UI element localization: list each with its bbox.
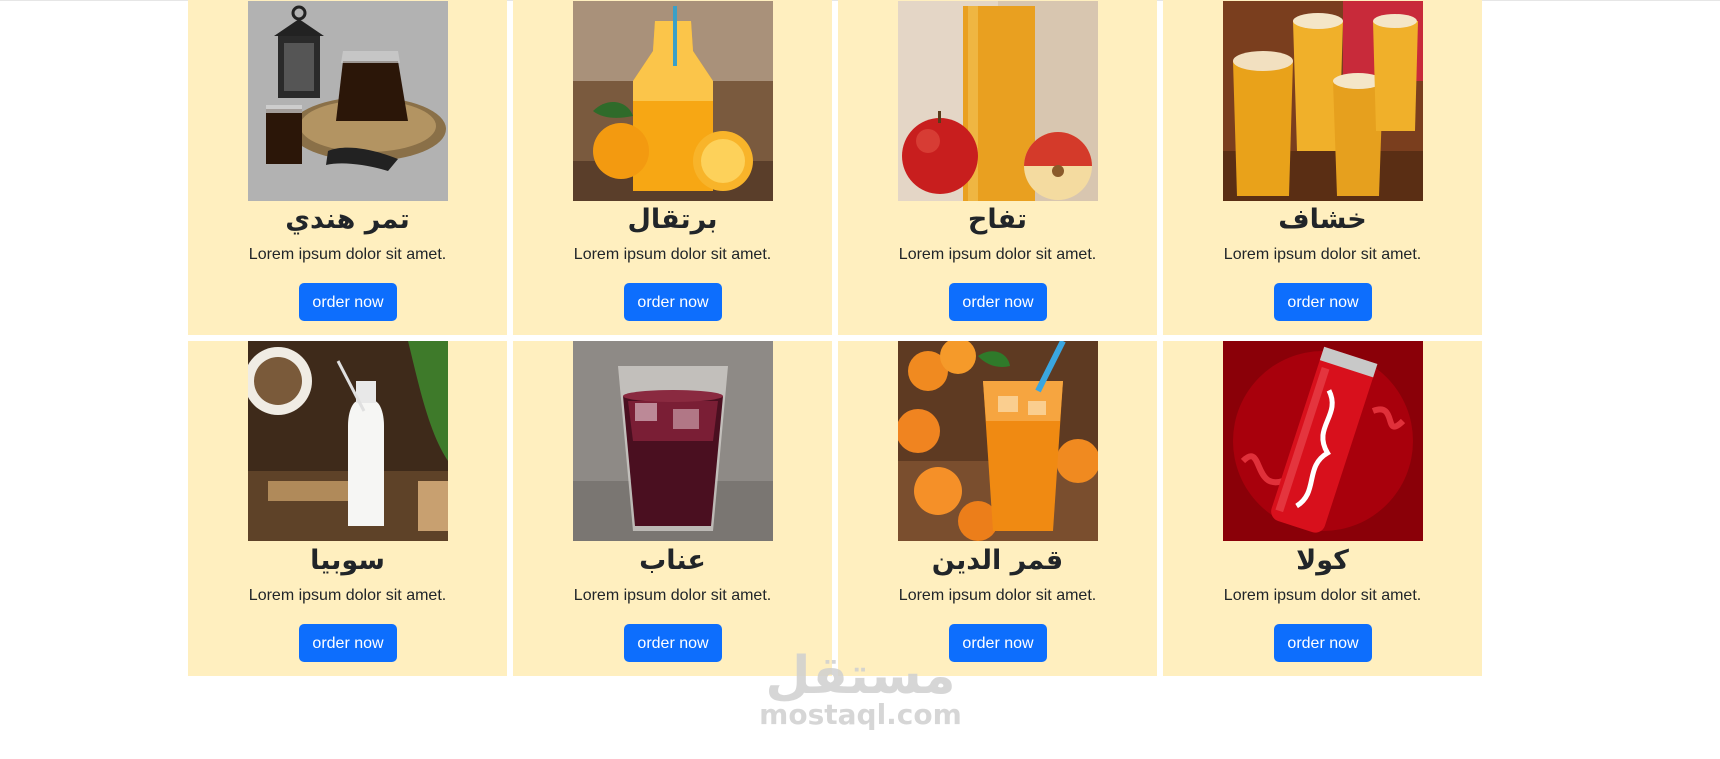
order-now-button[interactable]: order now	[299, 624, 397, 662]
order-now-button[interactable]: order now	[1274, 283, 1372, 321]
product-description: Lorem ipsum dolor sit amet.	[573, 587, 772, 604]
product-card: خشاف Lorem ipsum dolor sit amet. order n…	[1163, 0, 1482, 335]
product-card: عناب Lorem ipsum dolor sit amet. order n…	[513, 341, 832, 676]
watermark-logo: مستقل	[765, 646, 956, 706]
product-card: برتقال Lorem ipsum dolor sit amet. order…	[513, 0, 832, 335]
product-description: Lorem ipsum dolor sit amet.	[898, 587, 1097, 604]
product-card: تفاح Lorem ipsum dolor sit amet. order n…	[838, 0, 1157, 335]
product-card: قمر الدين Lorem ipsum dolor sit amet. or…	[838, 341, 1157, 676]
order-now-button[interactable]: order now	[624, 283, 722, 321]
product-description: Lorem ipsum dolor sit amet.	[573, 246, 772, 263]
product-description: Lorem ipsum dolor sit amet.	[1223, 246, 1422, 263]
product-title: كولا	[1296, 545, 1349, 576]
order-now-button[interactable]: order now	[299, 283, 397, 321]
jujube-drink-photo	[573, 341, 773, 541]
product-card: كولا Lorem ipsum dolor sit amet. order n…	[1163, 341, 1482, 676]
product-title: تمر هندي	[285, 204, 410, 235]
order-now-button[interactable]: order now	[1274, 624, 1372, 662]
product-grid: تمر هندي Lorem ipsum dolor sit amet. ord…	[188, 0, 1485, 676]
product-title: خشاف	[1278, 204, 1367, 235]
product-card: سوبيا Lorem ipsum dolor sit amet. order …	[188, 341, 507, 676]
product-description: Lorem ipsum dolor sit amet.	[1223, 587, 1422, 604]
mostaql-watermark: مستقل mostaql.com	[758, 648, 963, 730]
watermark-text: mostaql.com	[759, 698, 962, 731]
tamarind-drink-photo	[248, 1, 448, 201]
apricot-drink-photo	[898, 341, 1098, 541]
product-description: Lorem ipsum dolor sit amet.	[248, 246, 447, 263]
apple-juice-photo	[898, 1, 1098, 201]
order-now-button[interactable]: order now	[949, 283, 1047, 321]
product-description: Lorem ipsum dolor sit amet.	[898, 246, 1097, 263]
product-title: عناب	[639, 545, 706, 576]
product-title: قمر الدين	[931, 545, 1064, 576]
cola-can-photo	[1223, 341, 1423, 541]
product-title: تفاح	[967, 204, 1028, 235]
khoshaf-photo	[1223, 1, 1423, 201]
product-title: سوبيا	[310, 545, 385, 576]
order-now-button[interactable]: order now	[624, 624, 722, 662]
product-card: تمر هندي Lorem ipsum dolor sit amet. ord…	[188, 0, 507, 335]
order-now-button[interactable]: order now	[949, 624, 1047, 662]
product-description: Lorem ipsum dolor sit amet.	[248, 587, 447, 604]
sobia-photo	[248, 341, 448, 541]
orange-juice-photo	[573, 1, 773, 201]
product-title: برتقال	[627, 204, 718, 235]
